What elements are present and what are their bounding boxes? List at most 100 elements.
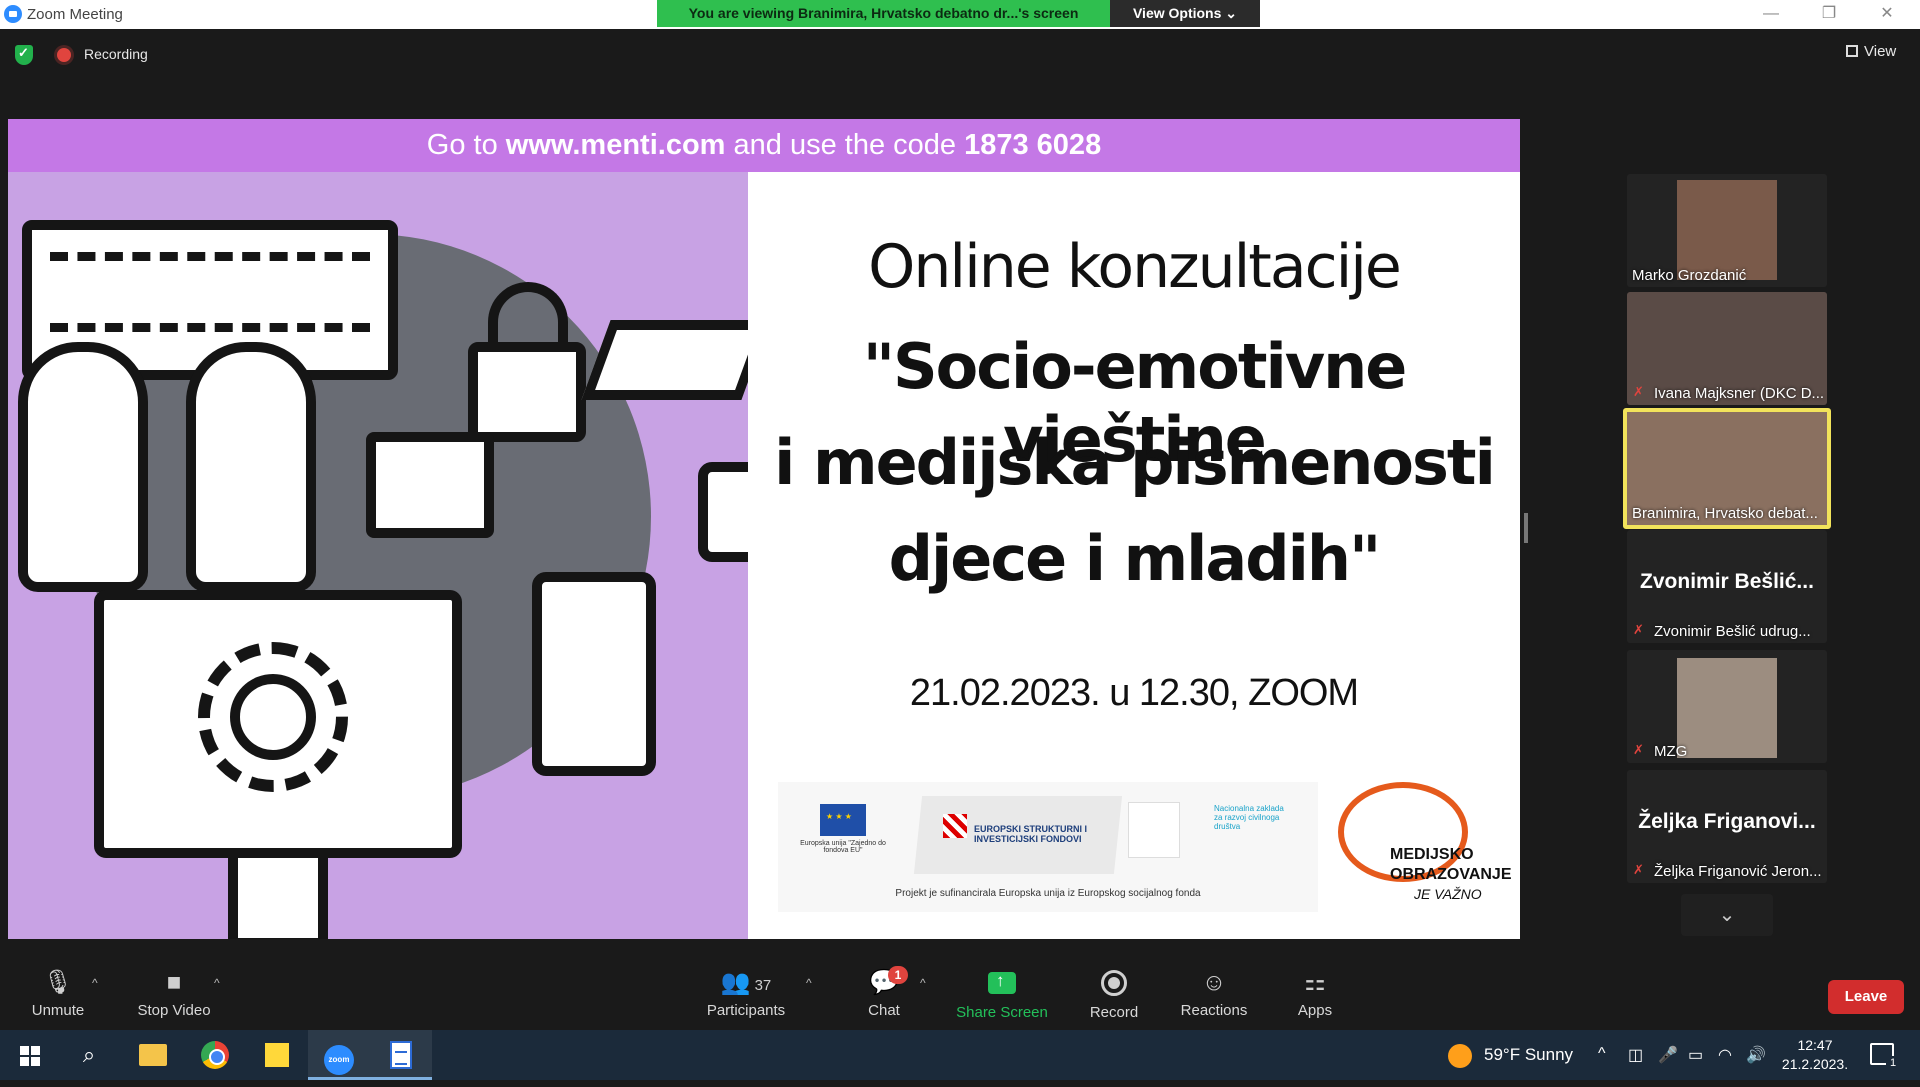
participant-tile[interactable]: ✗ MZG xyxy=(1627,650,1827,763)
video-options-caret[interactable]: ^ xyxy=(214,976,220,990)
slide-content: Online konzultacije "Socio-emotivne vješ… xyxy=(748,172,1520,939)
recording-label: Recording xyxy=(84,46,148,62)
mic-off-icon: ✗ xyxy=(1633,862,1644,877)
mic-muted-icon: 🎙 xyxy=(42,969,74,996)
shared-screen: Go to www.menti.com and use the code 187… xyxy=(8,119,1520,939)
stop-video-button[interactable]: ■ Stop Video xyxy=(130,958,218,1030)
stop-video-label: Stop Video xyxy=(137,1002,211,1019)
phone-icon xyxy=(532,572,656,776)
battery-icon[interactable]: ▭ xyxy=(1688,1045,1703,1065)
participants-options-caret[interactable]: ^ xyxy=(806,976,812,990)
security-shield-icon[interactable] xyxy=(15,45,33,65)
participant-name: Željka Friganović Jeron... xyxy=(1654,863,1822,880)
weather-sun-icon[interactable] xyxy=(1448,1044,1472,1068)
participant-tile[interactable]: Zvonimir Bešlić... ✗ Zvonimir Bešlić udr… xyxy=(1627,530,1827,643)
minimize-icon[interactable]: — xyxy=(1756,4,1786,24)
taskbar-clock[interactable]: 12:47 21.2.2023. xyxy=(1780,1036,1850,1074)
search-icon[interactable]: ⌕ xyxy=(58,1030,120,1080)
participants-button[interactable]: 👥 37 Participants xyxy=(700,958,792,1030)
audio-options-caret[interactable]: ^ xyxy=(92,976,98,990)
video-camera-icon: ■ xyxy=(166,969,182,996)
apps-button[interactable]: ⚏ Apps xyxy=(1290,958,1340,1030)
mo-logo-line3: JE VAŽNO xyxy=(1414,886,1482,902)
microphone-tray-icon[interactable]: 🎤 xyxy=(1658,1045,1678,1065)
window-titlebar: Zoom Meeting You are viewing Branimira, … xyxy=(0,0,1920,29)
participant-tile[interactable]: Željka Friganovi... ✗ Željka Friganović … xyxy=(1627,770,1827,883)
share-screen-button[interactable]: Share Screen xyxy=(952,958,1052,1030)
restore-icon[interactable]: ❐ xyxy=(1814,4,1844,24)
share-screen-label: Share Screen xyxy=(956,1004,1048,1021)
unmute-label: Unmute xyxy=(31,1002,85,1019)
croatia-checker-logo xyxy=(943,814,967,838)
banner-middle: and use the code xyxy=(725,129,965,161)
right-hand-icon xyxy=(186,342,316,592)
volume-icon[interactable]: 🔊 xyxy=(1746,1045,1766,1065)
participant-big-name: Zvonimir Bešlić... xyxy=(1640,570,1814,593)
recording-indicator-icon xyxy=(57,48,71,62)
participant-tile[interactable]: Marko Grozdanić xyxy=(1627,174,1827,287)
sticky-notes-icon[interactable] xyxy=(246,1030,308,1080)
zoom-taskbar-label: zoom xyxy=(324,1045,354,1075)
apps-label: Apps xyxy=(1297,1002,1333,1019)
participant-video xyxy=(1677,658,1777,758)
view-button[interactable]: View xyxy=(1846,40,1906,64)
participant-big-name: Željka Friganovi... xyxy=(1638,810,1816,833)
record-button[interactable]: Record xyxy=(1084,958,1144,1030)
file-explorer-icon[interactable] xyxy=(122,1030,184,1080)
clock-time: 12:47 xyxy=(1797,1037,1833,1053)
reactions-icon: ☺ xyxy=(1201,969,1227,996)
wifi-icon[interactable]: ◠ xyxy=(1718,1045,1732,1065)
zoom-app-icon xyxy=(4,5,22,23)
share-screen-icon xyxy=(988,971,1016,994)
gallery-resize-handle[interactable] xyxy=(1524,513,1528,543)
unmute-button[interactable]: 🎙 Unmute xyxy=(20,958,96,1030)
close-icon[interactable]: ✕ xyxy=(1872,4,1902,24)
chrome-icon[interactable] xyxy=(184,1030,246,1080)
participant-tile[interactable]: ✗ Ivana Majksner (DKC D... xyxy=(1627,292,1827,405)
check-circle-icon xyxy=(230,674,316,760)
weather-text[interactable]: 59°F Sunny xyxy=(1484,1045,1573,1065)
slide-title-line1: Online konzultacije xyxy=(868,232,1402,302)
chat-bubble-icon xyxy=(698,462,748,562)
monitor-stand-icon xyxy=(228,858,328,939)
slide-banner: Go to www.menti.com and use the code 187… xyxy=(8,119,1520,172)
windows-start-icon[interactable] xyxy=(20,1046,40,1066)
eu-caption: Europska unija "Zajedno do fondova EU" xyxy=(800,840,886,854)
participant-name: Ivana Majksner (DKC D... xyxy=(1654,385,1825,402)
zoom-taskbar-icon[interactable]: zoom xyxy=(308,1030,370,1080)
apps-icon: ⚏ xyxy=(1304,969,1326,996)
tray-chevron-up-icon[interactable]: ^ xyxy=(1598,1045,1606,1063)
notification-count: 1 xyxy=(1886,1056,1900,1070)
participants-count: 37 xyxy=(754,977,772,994)
gallery-scroll-down-button[interactable]: ⌄ xyxy=(1681,894,1773,936)
banner-code: 1873 6028 xyxy=(964,129,1102,161)
government-office-logo xyxy=(1128,802,1180,858)
record-icon xyxy=(1101,970,1127,996)
view-options-button[interactable]: View Options ⌄ xyxy=(1110,0,1260,27)
clock-date: 21.2.2023. xyxy=(1781,1056,1849,1072)
participant-name: Branimira, Hrvatsko debat... xyxy=(1632,505,1818,522)
lock-icon xyxy=(468,342,586,442)
mo-logo-line1: MEDIJSKO xyxy=(1390,846,1474,863)
nzrcd-logo-text: Nacionalna zaklada za razvoj civilnoga d… xyxy=(1214,804,1284,831)
document-app-icon[interactable] xyxy=(370,1030,432,1080)
chat-options-caret[interactable]: ^ xyxy=(920,976,926,990)
participant-video xyxy=(1677,180,1777,280)
chevron-down-icon: ⌄ xyxy=(1718,904,1736,926)
eu-flag-logo xyxy=(820,804,866,836)
participants-label: Participants xyxy=(706,1002,786,1019)
image-icon xyxy=(366,432,494,538)
reactions-label: Reactions xyxy=(1180,1002,1248,1019)
medijsko-obrazovanje-logo: MEDIJSKO OBRAZOVANJE JE VAŽNO xyxy=(1338,772,1512,922)
windows-taskbar: ⌕ zoom 59°F Sunny ^ ◫ 🎤 ▭ ◠ 🔊 12:47 21.2… xyxy=(0,1030,1920,1080)
meet-now-icon[interactable]: ◫ xyxy=(1628,1045,1643,1065)
mic-off-icon: ✗ xyxy=(1633,742,1644,757)
participants-icon: 👥 37 xyxy=(720,969,772,996)
mic-off-icon: ✗ xyxy=(1633,622,1644,637)
slide-illustration xyxy=(8,172,748,939)
graduation-cap-icon xyxy=(581,320,748,400)
participant-tile-active-speaker[interactable]: Branimira, Hrvatsko debat... xyxy=(1623,408,1831,529)
reactions-button[interactable]: ☺ Reactions xyxy=(1176,958,1252,1030)
leave-button[interactable]: Leave xyxy=(1828,980,1904,1014)
participant-name: Marko Grozdanić xyxy=(1632,267,1747,284)
